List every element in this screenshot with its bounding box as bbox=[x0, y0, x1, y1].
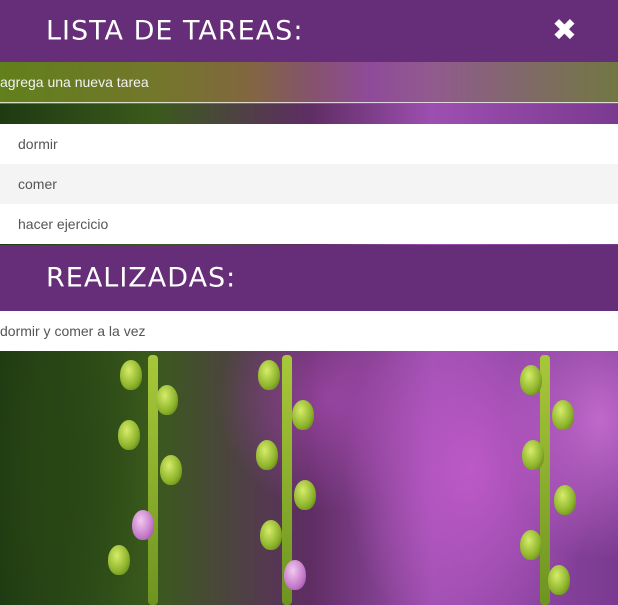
done-header: REALIZADAS: bbox=[0, 245, 618, 311]
close-icon[interactable]: ✖ bbox=[552, 16, 578, 46]
todo-header: LISTA DE TAREAS: ✖ bbox=[0, 0, 618, 62]
todo-item[interactable]: dormir bbox=[0, 124, 618, 164]
todo-item[interactable]: comer bbox=[0, 164, 618, 204]
done-item[interactable]: dormir y comer a la vez bbox=[0, 311, 618, 351]
todo-list: dormir comer hacer ejercicio bbox=[0, 124, 618, 244]
todo-title: LISTA DE TAREAS: bbox=[46, 15, 304, 47]
new-task-row bbox=[0, 62, 618, 104]
new-task-input[interactable] bbox=[0, 62, 618, 103]
done-title: REALIZADAS: bbox=[46, 262, 237, 294]
todo-item[interactable]: hacer ejercicio bbox=[0, 204, 618, 244]
done-list: dormir y comer a la vez bbox=[0, 311, 618, 351]
